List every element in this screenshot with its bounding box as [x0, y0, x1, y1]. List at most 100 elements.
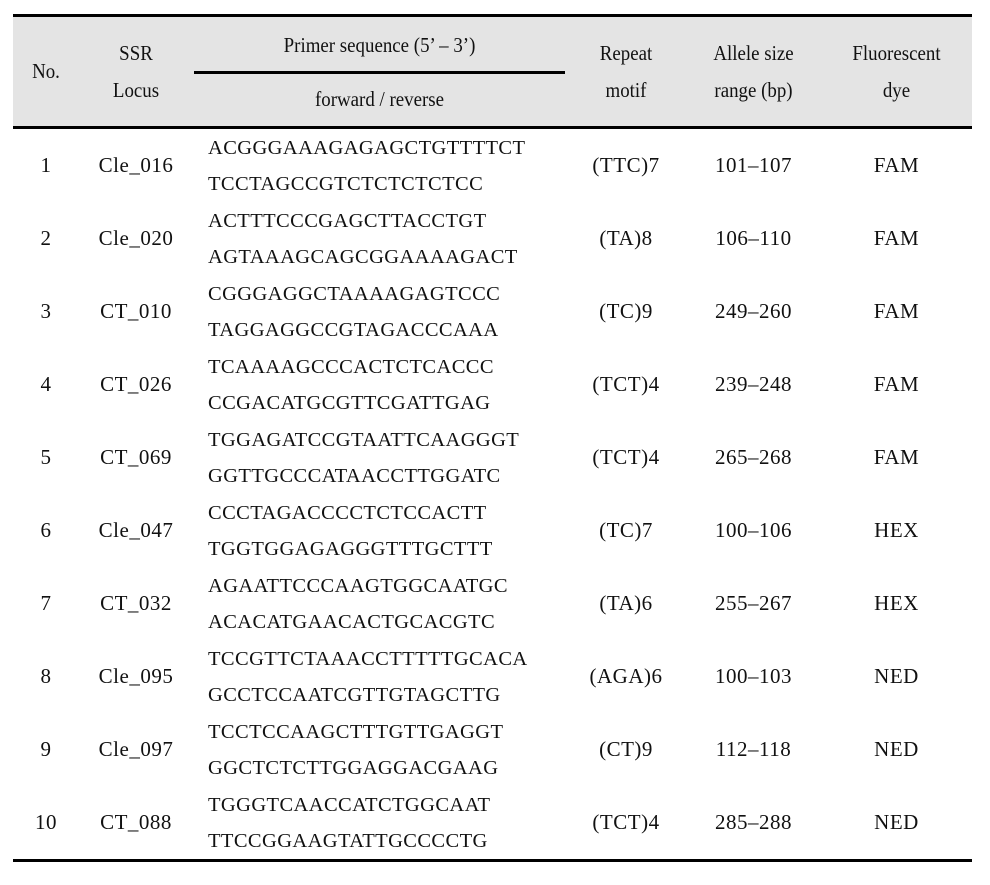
cell-no: 6	[40, 518, 52, 542]
cell-no: 5	[40, 445, 52, 469]
primer-reverse: TTCCGGAAGTATTGCCCCTG	[208, 829, 488, 852]
cell-primer: TCAAAAGCCCACTCTCACCC CCGACATGCGTTCGATTGAG	[208, 348, 568, 421]
cell-allele-range: 239–248	[715, 372, 792, 396]
header-locus-line1: SSR	[119, 41, 153, 65]
header-motif-line1: Repeat	[599, 41, 653, 65]
cell-allele-range: 100–103	[715, 664, 792, 688]
primer-reverse: GGTTGCCCATAACCTTGGATC	[208, 464, 501, 487]
primer-forward: ACGGGAAAGAGAGCTGTTTTCT	[208, 136, 526, 159]
header-dye-line2: dye	[882, 78, 911, 102]
cell-primer: CCCTAGACCCCTCTCCACTT TGGTGGAGAGGGTTTGCTTT	[208, 494, 568, 567]
cell-allele-range: 100–106	[715, 518, 792, 542]
table-bottom-rule	[13, 859, 972, 862]
primer-reverse: GGCTCTCTTGGAGGACGAAG	[208, 756, 499, 779]
cell-no: 4	[40, 372, 52, 396]
primer-forward: CCCTAGACCCCTCTCCACTT	[208, 501, 487, 524]
table-row: 9 Cle_097 TCCTCCAAGCTTTGTTGAGGT GGCTCTCTTGG…	[13, 713, 972, 786]
cell-repeat-motif: (TA)8	[599, 226, 653, 250]
header-primer-sequence: Primer sequence (5’ – 3’)	[283, 33, 476, 57]
primer-reverse: CCGACATGCGTTCGATTGAG	[208, 391, 491, 414]
table-row: 8 Cle_095 TCCGTTCTAAACCTTTTTGCACA GCCTCCAAT…	[13, 640, 972, 713]
cell-no: 8	[40, 664, 52, 688]
primer-forward: TCAAAAGCCCACTCTCACCC	[208, 355, 494, 378]
cell-fluorescent-dye: FAM	[873, 153, 920, 177]
cell-allele-range: 112–118	[715, 737, 792, 761]
cell-no: 3	[40, 299, 52, 323]
cell-allele-range: 106–110	[715, 226, 792, 250]
cell-no: 7	[40, 591, 52, 615]
header-no: No.	[32, 59, 60, 83]
primer-reverse: TGGTGGAGAGGGTTTGCTTT	[208, 537, 493, 560]
ssr-primer-table: No. SSR Locus Primer sequence (5’ – 3’) …	[13, 14, 972, 862]
cell-locus: CT_032	[100, 591, 172, 615]
cell-allele-range: 265–268	[715, 445, 792, 469]
table-row: 3 CT_010 CGGGAGGCTAAAAGAGTCCC TAGGAGGCCGTAG…	[13, 275, 972, 348]
cell-repeat-motif: (CT)9	[599, 737, 653, 761]
cell-fluorescent-dye: FAM	[873, 299, 920, 323]
cell-repeat-motif: (TCT)4	[592, 445, 660, 469]
cell-primer: TCCGTTCTAAACCTTTTTGCACA GCCTCCAATCGTTGTAG…	[208, 640, 568, 713]
cell-locus: CT_026	[100, 372, 172, 396]
cell-fluorescent-dye: NED	[874, 810, 919, 834]
cell-allele-range: 101–107	[715, 153, 792, 177]
cell-fluorescent-dye: HEX	[874, 518, 919, 542]
table-row: 1 Cle_016 ACGGGAAAGAGAGCTGTTTTCT TCCTAGCCGT…	[13, 129, 972, 202]
cell-primer: TCCTCCAAGCTTTGTTGAGGT GGCTCTCTTGGAGGACGAA…	[208, 713, 568, 786]
cell-locus: Cle_095	[98, 664, 174, 688]
cell-repeat-motif: (TTC)7	[592, 153, 660, 177]
primer-reverse: ACACATGAACACTGCACGTC	[208, 610, 496, 633]
header-forward-reverse: forward / reverse	[314, 87, 445, 111]
primer-reverse: TAGGAGGCCGTAGACCCAAA	[208, 318, 499, 341]
header-allele-size: Allele size range (bp)	[693, 35, 815, 109]
header-allele-line1: Allele size	[713, 41, 794, 65]
primer-forward: TCCGTTCTAAACCTTTTTGCACA	[208, 647, 528, 670]
cell-primer: TGGAGATCCGTAATTCAAGGGT GGTTGCCCATAACCTTGG…	[208, 421, 568, 494]
primer-forward: AGAATTCCCAAGTGGCAATGC	[208, 574, 508, 597]
cell-primer: ACGGGAAAGAGAGCTGTTTTCT TCCTAGCCGTCTCTCTCT…	[208, 129, 568, 202]
cell-primer: ACTTTCCCGAGCTTACCTGT AGTAAAGCAGCGGAAAAGAC…	[208, 202, 568, 275]
primer-forward: TCCTCCAAGCTTTGTTGAGGT	[208, 720, 504, 743]
primer-reverse: AGTAAAGCAGCGGAAAAGACT	[208, 245, 518, 268]
cell-repeat-motif: (TA)6	[599, 591, 653, 615]
table-body: 1 Cle_016 ACGGGAAAGAGAGCTGTTTTCT TCCTAGCCGT…	[13, 129, 972, 859]
cell-fluorescent-dye: FAM	[873, 445, 920, 469]
cell-fluorescent-dye: NED	[874, 737, 919, 761]
cell-primer: TGGGTCAACCATCTGGCAAT TTCCGGAAGTATTGCCCCTG	[208, 786, 568, 859]
table-row: 10 CT_088 TGGGTCAACCATCTGGCAAT TTCCGGAAGTAT…	[13, 786, 972, 859]
header-fluorescent-dye: Fluorescent dye	[829, 35, 965, 109]
cell-allele-range: 285–288	[715, 810, 792, 834]
cell-fluorescent-dye: HEX	[874, 591, 919, 615]
cell-no: 2	[40, 226, 52, 250]
primer-forward: TGGGTCAACCATCTGGCAAT	[208, 793, 491, 816]
primer-reverse: TCCTAGCCGTCTCTCTCTCC	[208, 172, 484, 195]
cell-fluorescent-dye: FAM	[873, 372, 920, 396]
cell-fluorescent-dye: NED	[874, 664, 919, 688]
cell-locus: Cle_047	[98, 518, 174, 542]
cell-repeat-motif: (TC)9	[599, 299, 653, 323]
cell-primer: AGAATTCCCAAGTGGCAATGC ACACATGAACACTGCACGT…	[208, 567, 568, 640]
cell-primer: CGGGAGGCTAAAAGAGTCCC TAGGAGGCCGTAGACCCAAA	[208, 275, 568, 348]
cell-repeat-motif: (TCT)4	[592, 372, 660, 396]
table-header: No. SSR Locus Primer sequence (5’ – 3’) …	[13, 14, 972, 129]
header-locus-line2: Locus	[112, 78, 160, 102]
header-repeat-motif: Repeat motif	[572, 35, 680, 109]
header-primer-divider	[194, 71, 565, 74]
cell-fluorescent-dye: FAM	[873, 226, 920, 250]
table-row: 6 Cle_047 CCCTAGACCCCTCTCCACTT TGGTGGAGAGGG…	[13, 494, 972, 567]
cell-locus: CT_010	[100, 299, 172, 323]
cell-no: 10	[35, 810, 57, 834]
primer-forward: ACTTTCCCGAGCTTACCTGT	[208, 209, 487, 232]
header-allele-line2: range (bp)	[714, 78, 793, 102]
header-dye-line1: Fluorescent	[852, 41, 941, 65]
header-ssr-locus: SSR Locus	[85, 35, 188, 109]
cell-no: 9	[40, 737, 52, 761]
primer-reverse: GCCTCCAATCGTTGTAGCTTG	[208, 683, 501, 706]
cell-locus: CT_069	[100, 445, 172, 469]
primer-forward: TGGAGATCCGTAATTCAAGGGT	[208, 428, 520, 451]
cell-repeat-motif: (TC)7	[599, 518, 653, 542]
cell-no: 1	[40, 153, 52, 177]
cell-repeat-motif: (TCT)4	[592, 810, 660, 834]
table-row: 2 Cle_020 ACTTTCCCGAGCTTACCTGT AGTAAAGCAGCG…	[13, 202, 972, 275]
table-row: 5 CT_069 TGGAGATCCGTAATTCAAGGGT GGTTGCCCATA…	[13, 421, 972, 494]
header-motif-line2: motif	[605, 78, 647, 102]
